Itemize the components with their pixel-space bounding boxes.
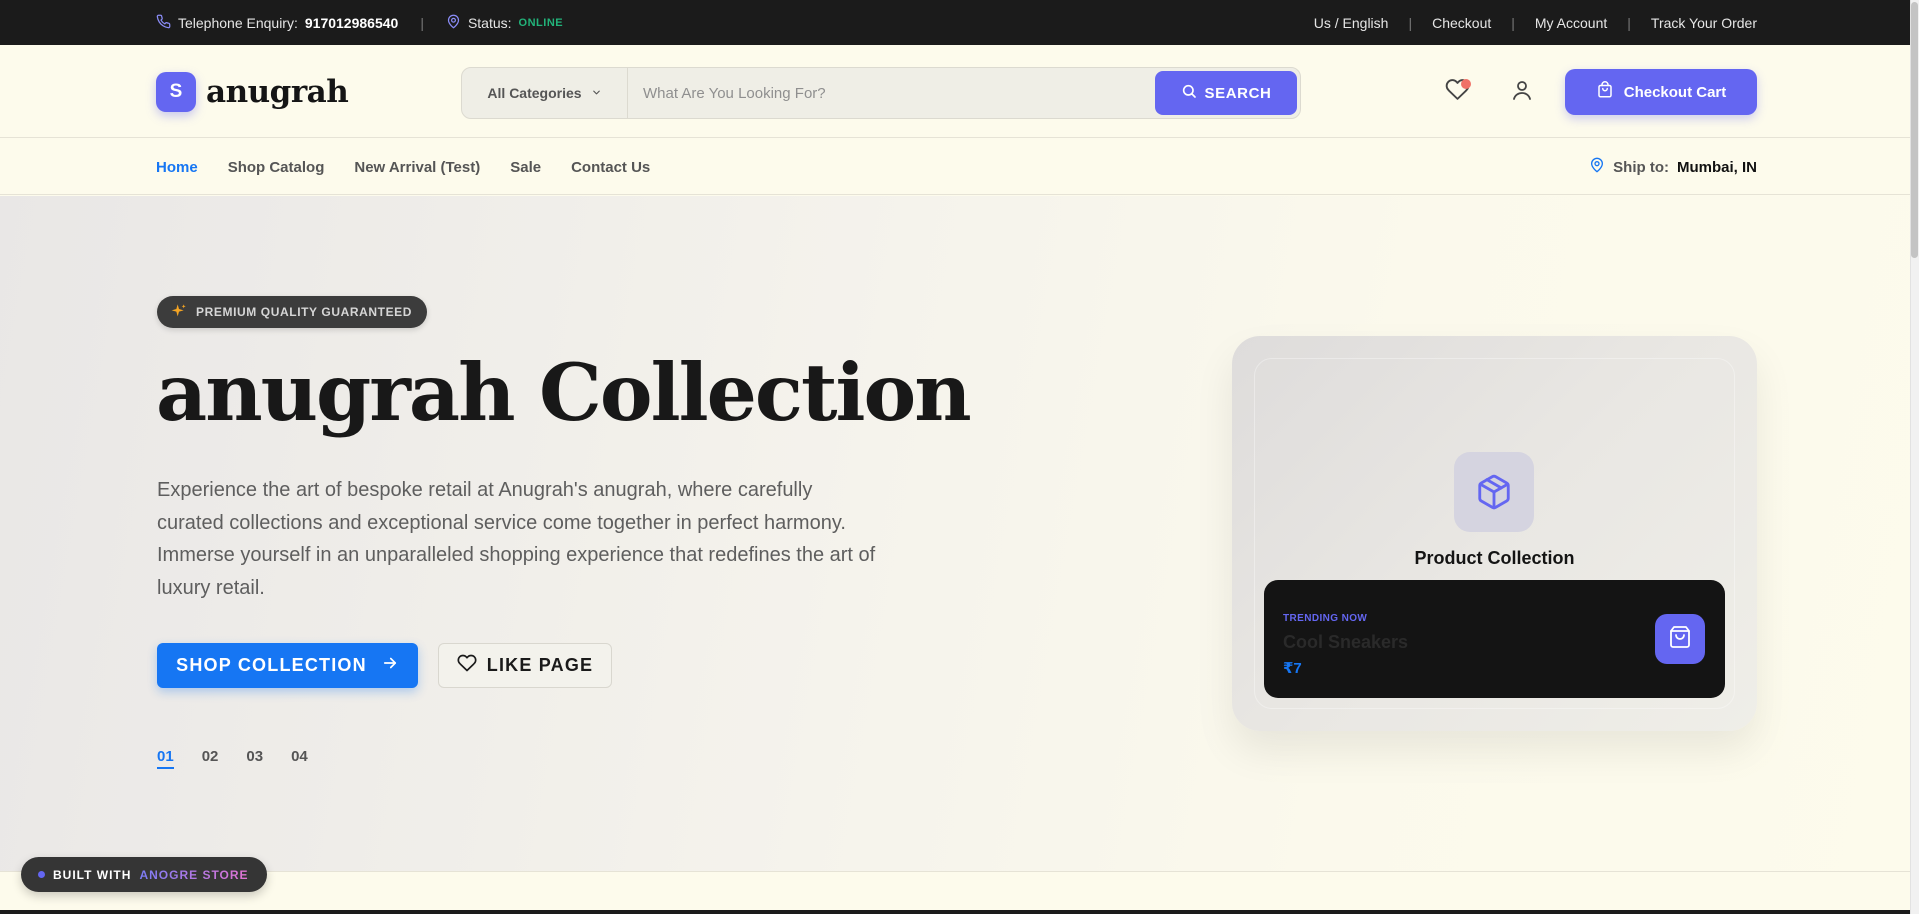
nav-item-shop-catalog[interactable]: Shop Catalog [228,159,325,176]
top-bar: Telephone Enquiry: 917012986540 | Status… [0,0,1919,45]
trending-product[interactable]: TRENDING NOW Cool Sneakers ₹7 [1264,580,1725,698]
shop-collection-label: SHOP COLLECTION [176,655,367,675]
ship-to-label: Ship to: [1613,158,1669,176]
search-icon [1181,83,1197,103]
slide-indicator[interactable]: 02 [202,748,219,769]
nav-item-sale[interactable]: Sale [510,159,541,176]
add-to-cart-button[interactable] [1655,614,1705,664]
slide-pagination: 01 02 03 04 [157,748,308,769]
my-account-link[interactable]: My Account [1535,15,1607,31]
search-button-label: SEARCH [1204,84,1272,102]
track-order-link[interactable]: Track Your Order [1651,15,1757,31]
divider: | [1408,14,1413,31]
main-nav: Home Shop Catalog New Arrival (Test) Sal… [0,139,1919,195]
logo-badge: S [156,72,196,112]
telephone-enquiry: Telephone Enquiry: 917012986540 [156,14,398,32]
user-icon [1510,78,1534,107]
checkout-cart-button[interactable]: Checkout Cart [1565,69,1757,115]
shop-collection-button[interactable]: SHOP COLLECTION [157,643,418,688]
card-title: Product Collection [1414,548,1575,568]
divider: | [1511,14,1515,31]
language-link[interactable]: Us / English [1314,15,1389,31]
box-icon [1454,452,1534,532]
slide-indicator[interactable]: 01 [157,748,174,769]
shopping-bag-icon [1668,625,1692,654]
location-pin-icon [446,14,461,32]
chevron-down-icon [591,85,602,101]
built-with-badge[interactable]: BUILT WITH ANOGRE STORE [21,857,267,892]
built-with-brand: ANOGRE STORE [139,867,249,882]
phone-number[interactable]: 917012986540 [305,15,398,31]
hero-title: anugrah Collection [156,346,972,439]
checkout-link[interactable]: Checkout [1432,15,1491,31]
location-pin-icon [1589,157,1605,177]
account-button[interactable] [1507,77,1537,107]
status-label: Status: [467,14,512,31]
ship-to-selector[interactable]: Ship to: Mumbai, IN [1589,139,1757,195]
slide-indicator[interactable]: 03 [246,748,263,769]
scrollbar-thumb[interactable] [1911,2,1918,258]
search-bar: All Categories SEARCH [461,67,1301,119]
product-collection-card[interactable]: Product Collection TRENDING NOW Cool Sne… [1232,336,1757,731]
trending-label: TRENDING NOW [1283,613,1368,624]
like-page-label: LIKE PAGE [486,655,594,675]
nav-item-contact-us[interactable]: Contact Us [571,159,650,176]
hero-section: PREMIUM QUALITY GUARANTEED anugrah Colle… [0,196,1919,872]
arrow-right-icon [381,654,399,677]
search-input[interactable] [628,68,1155,118]
ship-to-value: Mumbai, IN [1676,158,1757,176]
sparkle-icon [171,303,187,322]
status-badge: ONLINE [518,16,564,29]
header: S anugrah All Categories SEARCH [0,45,1919,138]
search-button[interactable]: SEARCH [1155,71,1297,115]
divider: | [420,14,424,31]
trending-product-price: ₹7 [1283,660,1302,677]
premium-badge-label: PREMIUM QUALITY GUARANTEED [196,305,413,319]
hero-description: Experience the art of bespoke retail at … [157,479,876,599]
built-with-prefix: BUILT WITH [53,867,132,882]
status: Status: ONLINE [446,14,563,32]
divider: | [1627,14,1631,31]
logo[interactable]: S anugrah [156,72,349,112]
category-select[interactable]: All Categories [462,68,628,118]
heart-icon [457,653,477,678]
wishlist-button[interactable] [1442,77,1472,107]
phone-label: Telephone Enquiry: [178,14,298,31]
scrollbar[interactable] [1910,0,1919,914]
slide-indicator[interactable]: 04 [291,748,308,769]
nav-item-home[interactable]: Home [156,159,198,176]
shopping-bag-icon [1596,81,1614,103]
premium-badge: PREMIUM QUALITY GUARANTEED [157,296,428,328]
logo-text: anugrah [206,74,349,110]
status-dot [38,871,45,878]
window-bottom-edge [0,910,1910,914]
category-label: All Categories [487,85,582,101]
notification-dot [1461,79,1471,89]
trending-product-name: Cool Sneakers [1283,632,1409,652]
nav-item-new-arrival[interactable]: New Arrival (Test) [354,159,480,176]
checkout-cart-label: Checkout Cart [1623,83,1727,101]
phone-icon [156,14,171,32]
like-page-button[interactable]: LIKE PAGE [438,643,612,688]
